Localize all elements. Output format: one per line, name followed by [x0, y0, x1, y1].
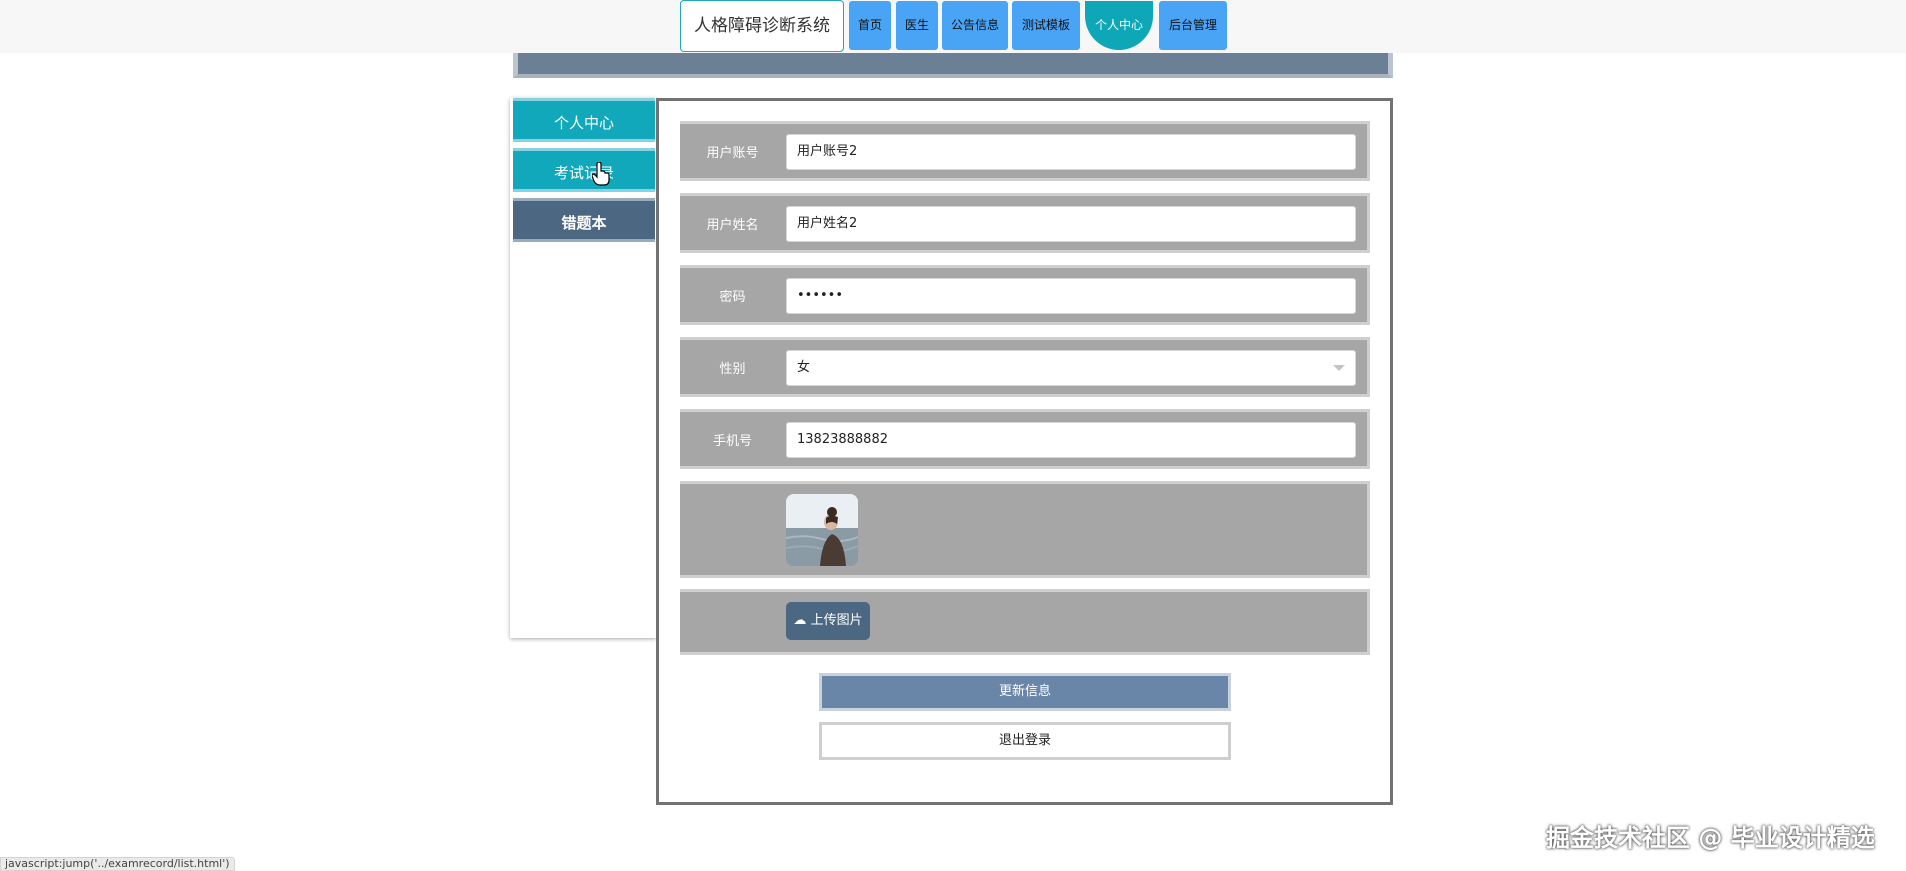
chevron-down-icon [1333, 365, 1345, 371]
account-input[interactable]: 用户账号2 [786, 134, 1356, 170]
avatar-image [786, 494, 858, 566]
form-row-phone: 手机号 13823888882 [680, 409, 1370, 469]
name-label: 用户姓名 [706, 217, 759, 233]
form-row-upload: ☁ 上传图片 [680, 589, 1370, 655]
form-row-account: 用户账号 用户账号2 [680, 121, 1370, 181]
gender-label: 性别 [719, 361, 746, 377]
side-menu: 个人中心 考试记录 错题本 [510, 98, 656, 638]
logout-button[interactable]: 退出登录 [819, 722, 1231, 760]
nav-notice[interactable]: 公告信息 [942, 1, 1008, 50]
upload-image-label: 上传图片 [810, 613, 863, 628]
nav-test-template[interactable]: 测试模板 [1012, 1, 1080, 50]
site-brand[interactable]: 人格障碍诊断系统 [680, 0, 844, 52]
browser-status-bar: javascript:jump('../examrecord/list.html… [0, 857, 235, 871]
account-label: 用户账号 [706, 145, 759, 161]
nav-personal-center[interactable]: 个人中心 [1085, 1, 1153, 50]
phone-label: 手机号 [712, 433, 752, 449]
watermark-text: 掘金技术社区 @ 毕业设计精选 [1546, 824, 1875, 852]
phone-input[interactable]: 13823888882 [786, 422, 1356, 458]
top-nav: 人格障碍诊断系统 首页 医生 公告信息 测试模板 个人中心 后台管理 [0, 0, 1906, 53]
update-info-button[interactable]: 更新信息 [819, 673, 1231, 711]
avatar-photo-icon [786, 494, 858, 566]
form-row-password: 密码 •••••• [680, 265, 1370, 325]
sidebar-item-exam-records[interactable]: 考试记录 [513, 148, 655, 192]
gender-select[interactable]: 女 [786, 350, 1356, 386]
profile-form-panel: 用户账号 用户账号2 用户姓名 用户姓名2 密码 •••••• 性别 女 手机号… [656, 98, 1393, 805]
nav-doctor[interactable]: 医生 [896, 1, 938, 50]
gender-selected-value: 女 [797, 360, 811, 375]
sidebar-item-wrong-questions[interactable]: 错题本 [513, 198, 655, 242]
nav-admin[interactable]: 后台管理 [1159, 1, 1227, 50]
sidebar-item-personal-center[interactable]: 个人中心 [513, 98, 655, 142]
form-row-gender: 性别 女 [680, 337, 1370, 397]
nav-home[interactable]: 首页 [849, 1, 891, 50]
name-input[interactable]: 用户姓名2 [786, 206, 1356, 242]
upload-image-button[interactable]: ☁ 上传图片 [786, 602, 870, 640]
form-row-name: 用户姓名 用户姓名2 [680, 193, 1370, 253]
password-input[interactable]: •••••• [786, 278, 1356, 314]
page-header-banner [513, 50, 1393, 78]
cloud-upload-icon: ☁ [793, 613, 807, 628]
password-label: 密码 [719, 289, 746, 305]
hand-cursor-icon [592, 162, 610, 186]
form-row-avatar [680, 481, 1370, 578]
